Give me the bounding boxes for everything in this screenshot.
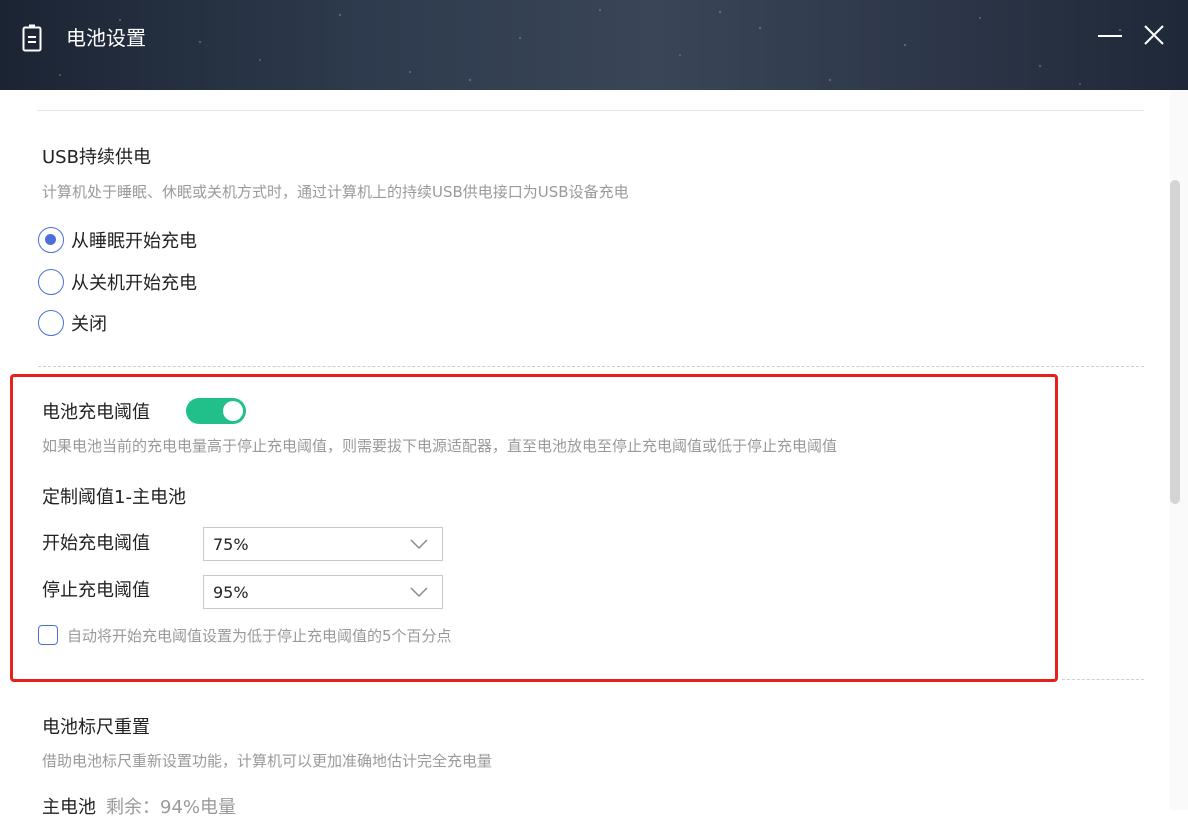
start-threshold-label: 开始充电阈值	[42, 533, 150, 554]
starry-background	[0, 0, 1188, 90]
usb-section-description: 计算机处于睡眠、休眠或关机方式时，通过计算机上的持续USB供电接口为USB设备充…	[42, 183, 629, 201]
auto-threshold-checkbox-row[interactable]: 自动将开始充电阈值设置为低于停止充电阈值的5个百分点	[38, 622, 452, 648]
section-divider	[38, 366, 1144, 367]
toggle-knob	[223, 401, 243, 421]
settings-content: USB持续供电 计算机处于睡眠、休眠或关机方式时，通过计算机上的持续USB供电接…	[0, 90, 1170, 818]
radio-charge-from-shutdown[interactable]: 从关机开始充电	[38, 267, 197, 297]
radio-button[interactable]	[38, 269, 64, 295]
threshold-section-title: 电池充电阈值	[42, 402, 150, 423]
stop-threshold-label: 停止充电阈值	[42, 580, 150, 601]
radio-off[interactable]: 关闭	[38, 308, 107, 338]
radio-label: 从睡眠开始充电	[71, 231, 197, 252]
auto-threshold-checkbox[interactable]	[38, 625, 58, 645]
section-divider	[1062, 679, 1144, 680]
main-battery-row: 主电池 剩余：94%电量	[42, 793, 236, 819]
start-threshold-select[interactable]: 75%	[203, 527, 443, 561]
chevron-down-icon	[410, 539, 428, 550]
gauge-section-title: 电池标尺重置	[42, 717, 150, 738]
window-title: 电池设置	[66, 26, 146, 50]
select-value: 95%	[213, 583, 249, 602]
chevron-down-icon	[410, 587, 428, 598]
gauge-section-description: 借助电池标尺重新设置功能，计算机可以更加准确地估计完全充电量	[42, 752, 493, 770]
battery-icon	[22, 24, 42, 52]
stop-threshold-select[interactable]: 95%	[203, 575, 443, 609]
threshold-toggle[interactable]	[186, 398, 246, 424]
main-battery-status: 剩余：94%电量	[106, 797, 237, 818]
usb-section-title: USB持续供电	[42, 147, 151, 168]
minimize-button[interactable]	[1094, 20, 1128, 52]
radio-button[interactable]	[38, 310, 64, 336]
top-divider	[38, 110, 1144, 111]
minimize-icon	[1098, 35, 1122, 37]
threshold-section-description: 如果电池当前的充电电量高于停止充电阈值，则需要拔下电源适配器，直至电池放电至停止…	[42, 437, 838, 455]
close-button[interactable]	[1137, 20, 1171, 52]
checkbox-label: 自动将开始充电阈值设置为低于停止充电阈值的5个百分点	[67, 626, 452, 645]
main-battery-label: 主电池	[42, 797, 96, 818]
scrollbar-thumb[interactable]	[1170, 180, 1180, 504]
radio-label: 从关机开始充电	[71, 273, 197, 294]
radio-button[interactable]	[38, 227, 64, 253]
radio-label: 关闭	[71, 314, 107, 335]
select-value: 75%	[213, 535, 249, 554]
close-icon	[1144, 25, 1164, 45]
custom-threshold-title: 定制阈值1-主电池	[42, 487, 186, 508]
radio-charge-from-sleep[interactable]: 从睡眠开始充电	[38, 225, 197, 255]
title-bar: 电池设置	[0, 0, 1188, 90]
